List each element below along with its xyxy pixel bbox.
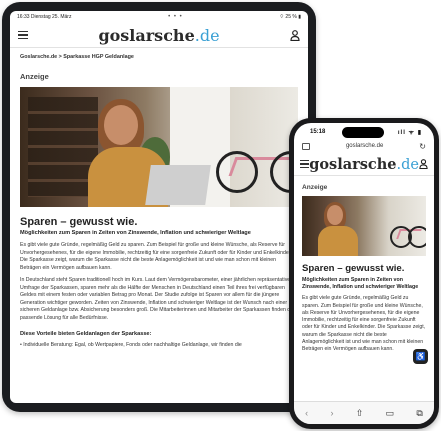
phone-status-time: 15:18 bbox=[310, 129, 326, 135]
article-bullet-1: • Individuelle Beratung: Egal, ob Wertpa… bbox=[20, 342, 242, 349]
breadcrumb[interactable]: Goslarsche.de > Sparkasse HGP Geldanlage bbox=[10, 48, 308, 60]
article-subline: Möglichkeiten zum Sparen in Zeiten von Z… bbox=[20, 230, 251, 236]
url-text[interactable]: goslarsche.de bbox=[346, 143, 383, 149]
article-paragraph-2: In Deutschland steht Sparen traditionell… bbox=[20, 277, 295, 321]
share-icon[interactable]: ⇧ bbox=[356, 408, 364, 419]
tablet-status-time: 16:33 Dienstag 25. März bbox=[17, 14, 72, 20]
menu-icon[interactable] bbox=[18, 31, 28, 39]
logo-main-text: goslarsche bbox=[309, 155, 397, 173]
tablet-screen: 16:33 Dienstag 25. März • • • ⌔ 25 % ▮ g… bbox=[10, 11, 308, 403]
page-menu-icon[interactable] bbox=[302, 142, 310, 150]
tabs-icon[interactable]: ⧉ bbox=[416, 408, 422, 419]
ad-label: Anzeige bbox=[302, 184, 328, 191]
tablet-status-indicators: ⌔ 25 % ▮ bbox=[279, 14, 301, 20]
browser-toolbar: ‹ › ⇧ ▭ ⧉ bbox=[294, 401, 434, 424]
tablet-status-dots: • • • bbox=[168, 14, 183, 20]
article-headline: Sparen – gewusst wie. bbox=[20, 216, 138, 228]
back-icon[interactable]: ‹ bbox=[305, 408, 308, 418]
article-hero-image bbox=[20, 87, 298, 207]
menu-icon[interactable] bbox=[300, 160, 310, 168]
logo-main-text: goslarsche bbox=[98, 25, 195, 45]
bookmarks-icon[interactable]: ▭ bbox=[386, 408, 395, 419]
user-icon[interactable] bbox=[290, 29, 300, 41]
phone-device: 15:18 ıll ᯤ ▮ goslarsche.de ↻ goslarsche… bbox=[289, 118, 439, 429]
phone-status-indicators: ıll ᯤ ▮ bbox=[397, 130, 422, 136]
reload-icon[interactable]: ↻ bbox=[419, 142, 426, 151]
phone-status-bar: 15:18 ıll ᯤ ▮ bbox=[294, 123, 434, 139]
phone-screen: 15:18 ıll ᯤ ▮ goslarsche.de ↻ goslarsche… bbox=[294, 123, 434, 424]
logo-tld-text: .de bbox=[194, 25, 220, 45]
dynamic-island bbox=[342, 127, 384, 138]
site-logo[interactable]: goslarsche.de bbox=[309, 156, 419, 173]
article-section-title: Diese Vorteile bieten Geldanlagen der Sp… bbox=[20, 331, 152, 338]
article-subline: Möglichkeiten zum Sparen in Zeiten von Z… bbox=[302, 277, 419, 291]
forward-icon[interactable]: › bbox=[330, 408, 333, 418]
article-paragraph-1: Es gibt viele gute Gründe, regelmäßig Ge… bbox=[20, 242, 292, 271]
tablet-site-header: goslarsche.de bbox=[10, 23, 308, 48]
phone-url-bar[interactable]: goslarsche.de ↻ bbox=[294, 139, 434, 153]
article-hero-image bbox=[302, 196, 426, 256]
site-logo[interactable]: goslarsche.de bbox=[98, 26, 219, 45]
accessibility-icon[interactable]: ♿ bbox=[413, 349, 428, 364]
tablet-status-bar: 16:33 Dienstag 25. März • • • ⌔ 25 % ▮ bbox=[10, 11, 308, 23]
user-icon[interactable] bbox=[419, 159, 428, 169]
ad-label: Anzeige bbox=[20, 72, 49, 81]
tablet-device: 16:33 Dienstag 25. März • • • ⌔ 25 % ▮ g… bbox=[2, 2, 316, 412]
logo-tld-text: .de bbox=[396, 156, 419, 173]
article-headline: Sparen – gewusst wie. bbox=[302, 263, 405, 274]
article-paragraph-1: Es gibt viele gute Gründe, regelmäßig Ge… bbox=[302, 295, 426, 353]
phone-site-header: goslarsche.de bbox=[294, 153, 434, 176]
